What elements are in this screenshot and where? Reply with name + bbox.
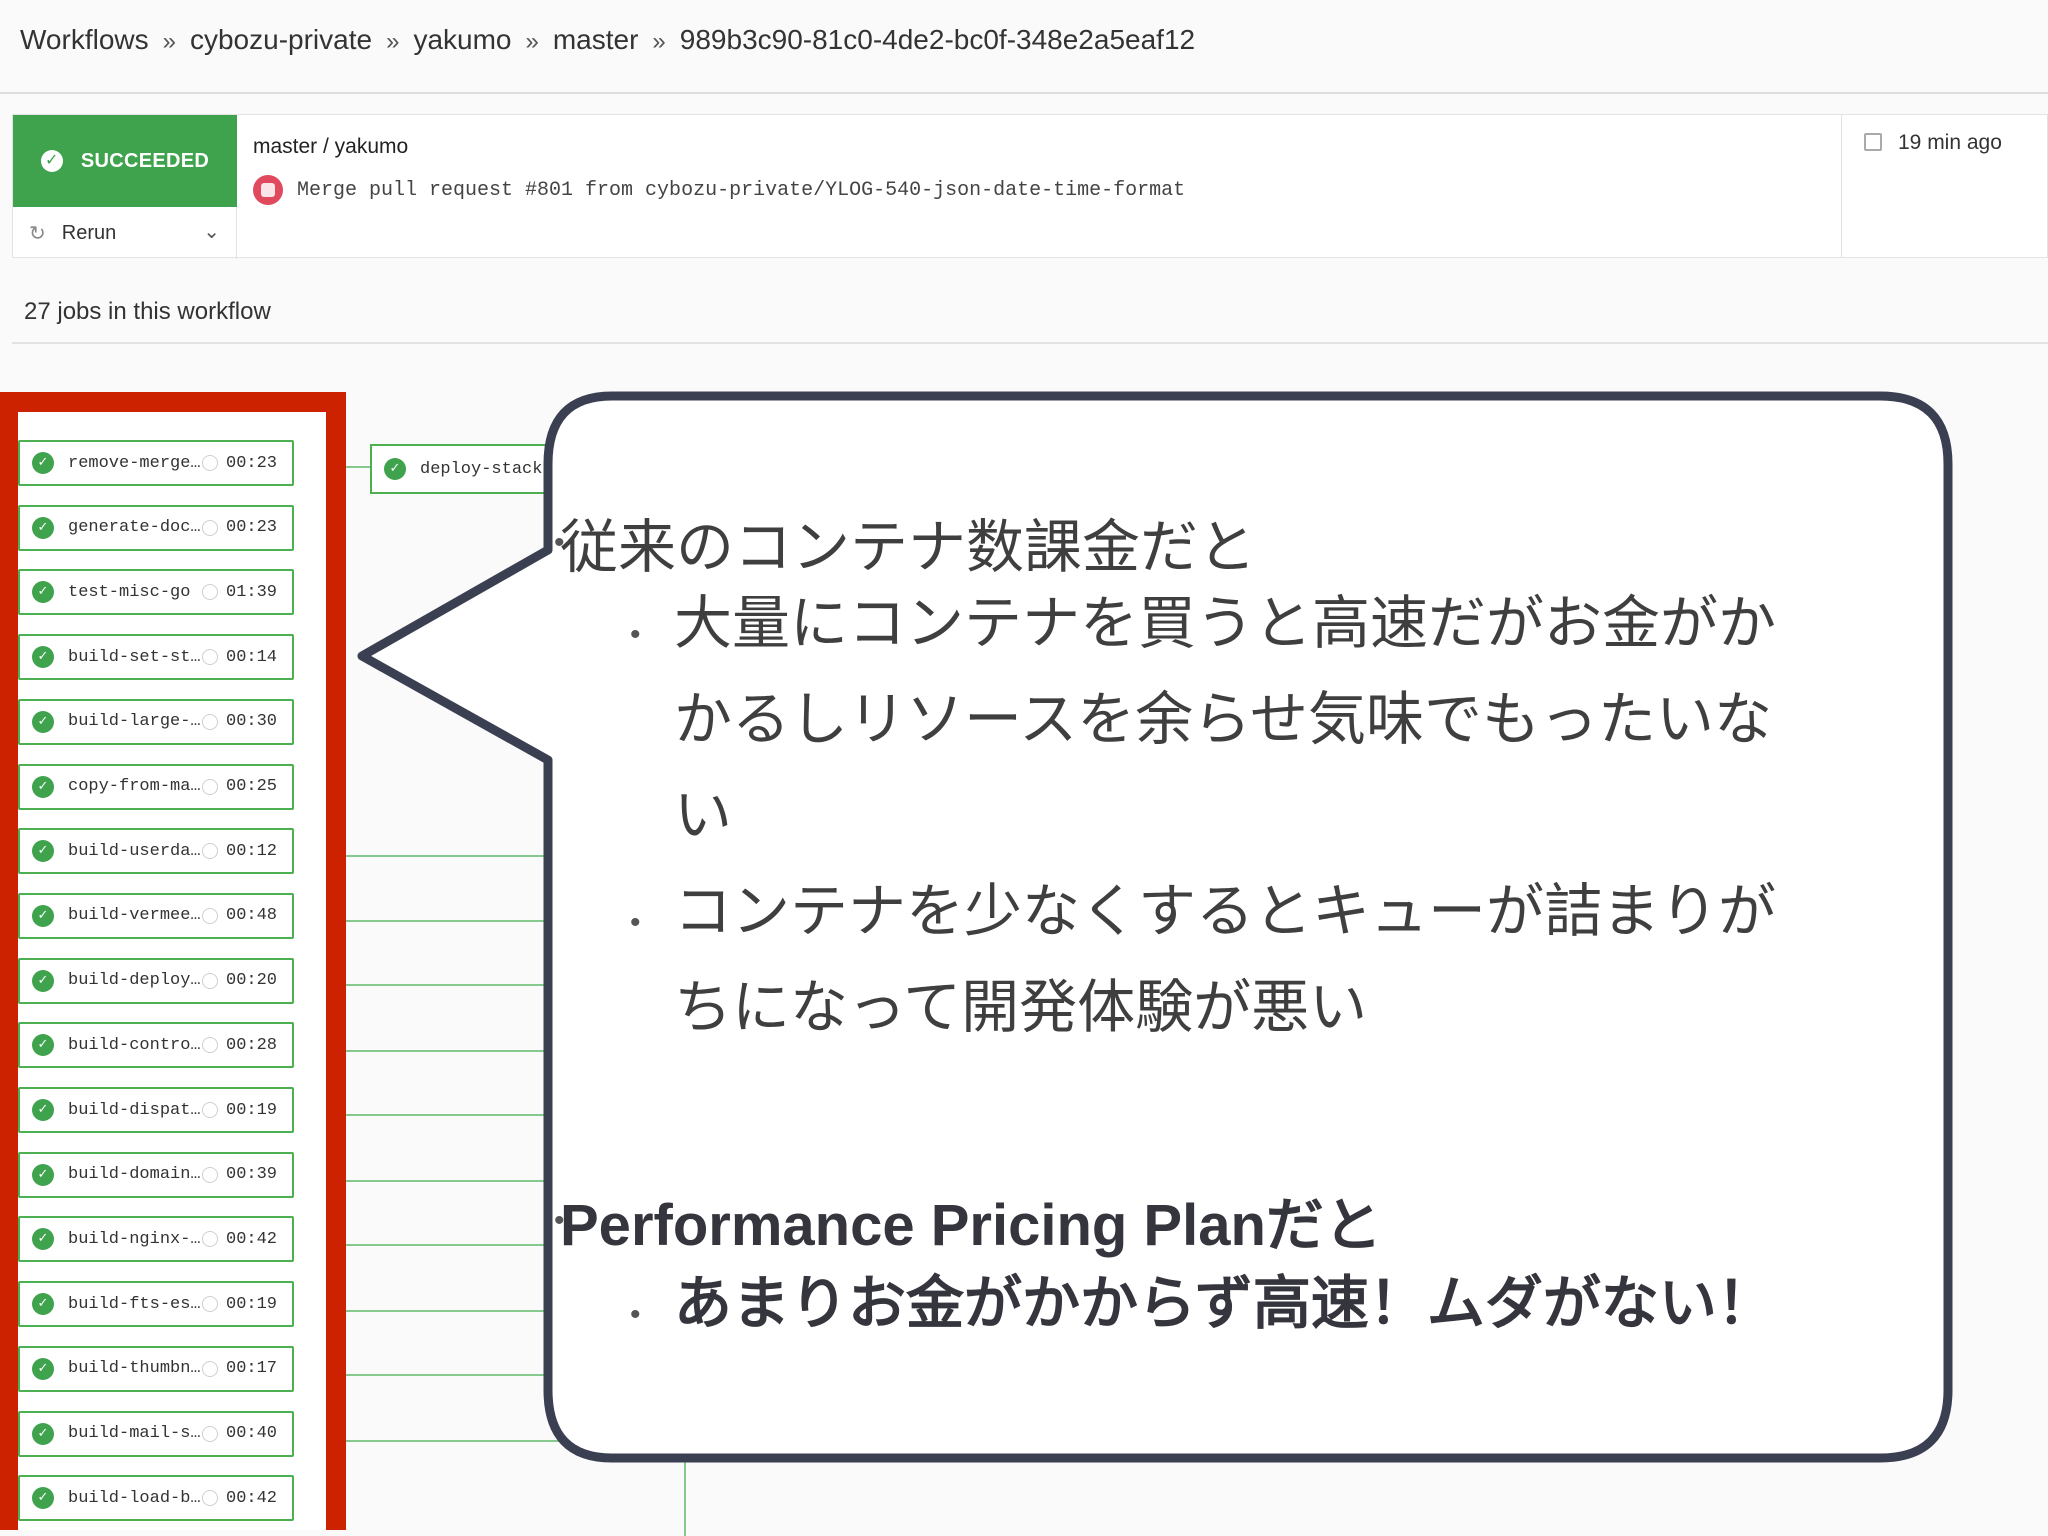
callout-section2-title: Performance Pricing Planだと (560, 1193, 1382, 1258)
bullet-icon: • (630, 1298, 641, 1331)
callout-line: 大量にコンテナを買うと高速だがお金がか (674, 591, 1777, 656)
callout-item: あまりお金がかからず高速！ムダがない！ (674, 1271, 1775, 1336)
bullet-icon: • (630, 906, 641, 939)
callout-line: コンテナを少なくするとキューが詰まりが (674, 879, 1777, 944)
callout-line: かるしリソースを余らせ気味でもったいな (674, 687, 1772, 752)
callout-line: い (674, 783, 733, 848)
bullet-icon: • (630, 618, 641, 651)
callout-item: 大量にコンテナを買うと高速だがお金がか かるしリソースを余らせ気味でもったいな … (674, 576, 1914, 864)
callout-line: ちになって開発体験が悪い (674, 975, 1368, 1040)
callout-section1-title: 従来のコンテナ数課金だと (560, 515, 1257, 580)
callout-item: コンテナを少なくするとキューが詰まりが ちになって開発体験が悪い (674, 864, 1914, 1056)
